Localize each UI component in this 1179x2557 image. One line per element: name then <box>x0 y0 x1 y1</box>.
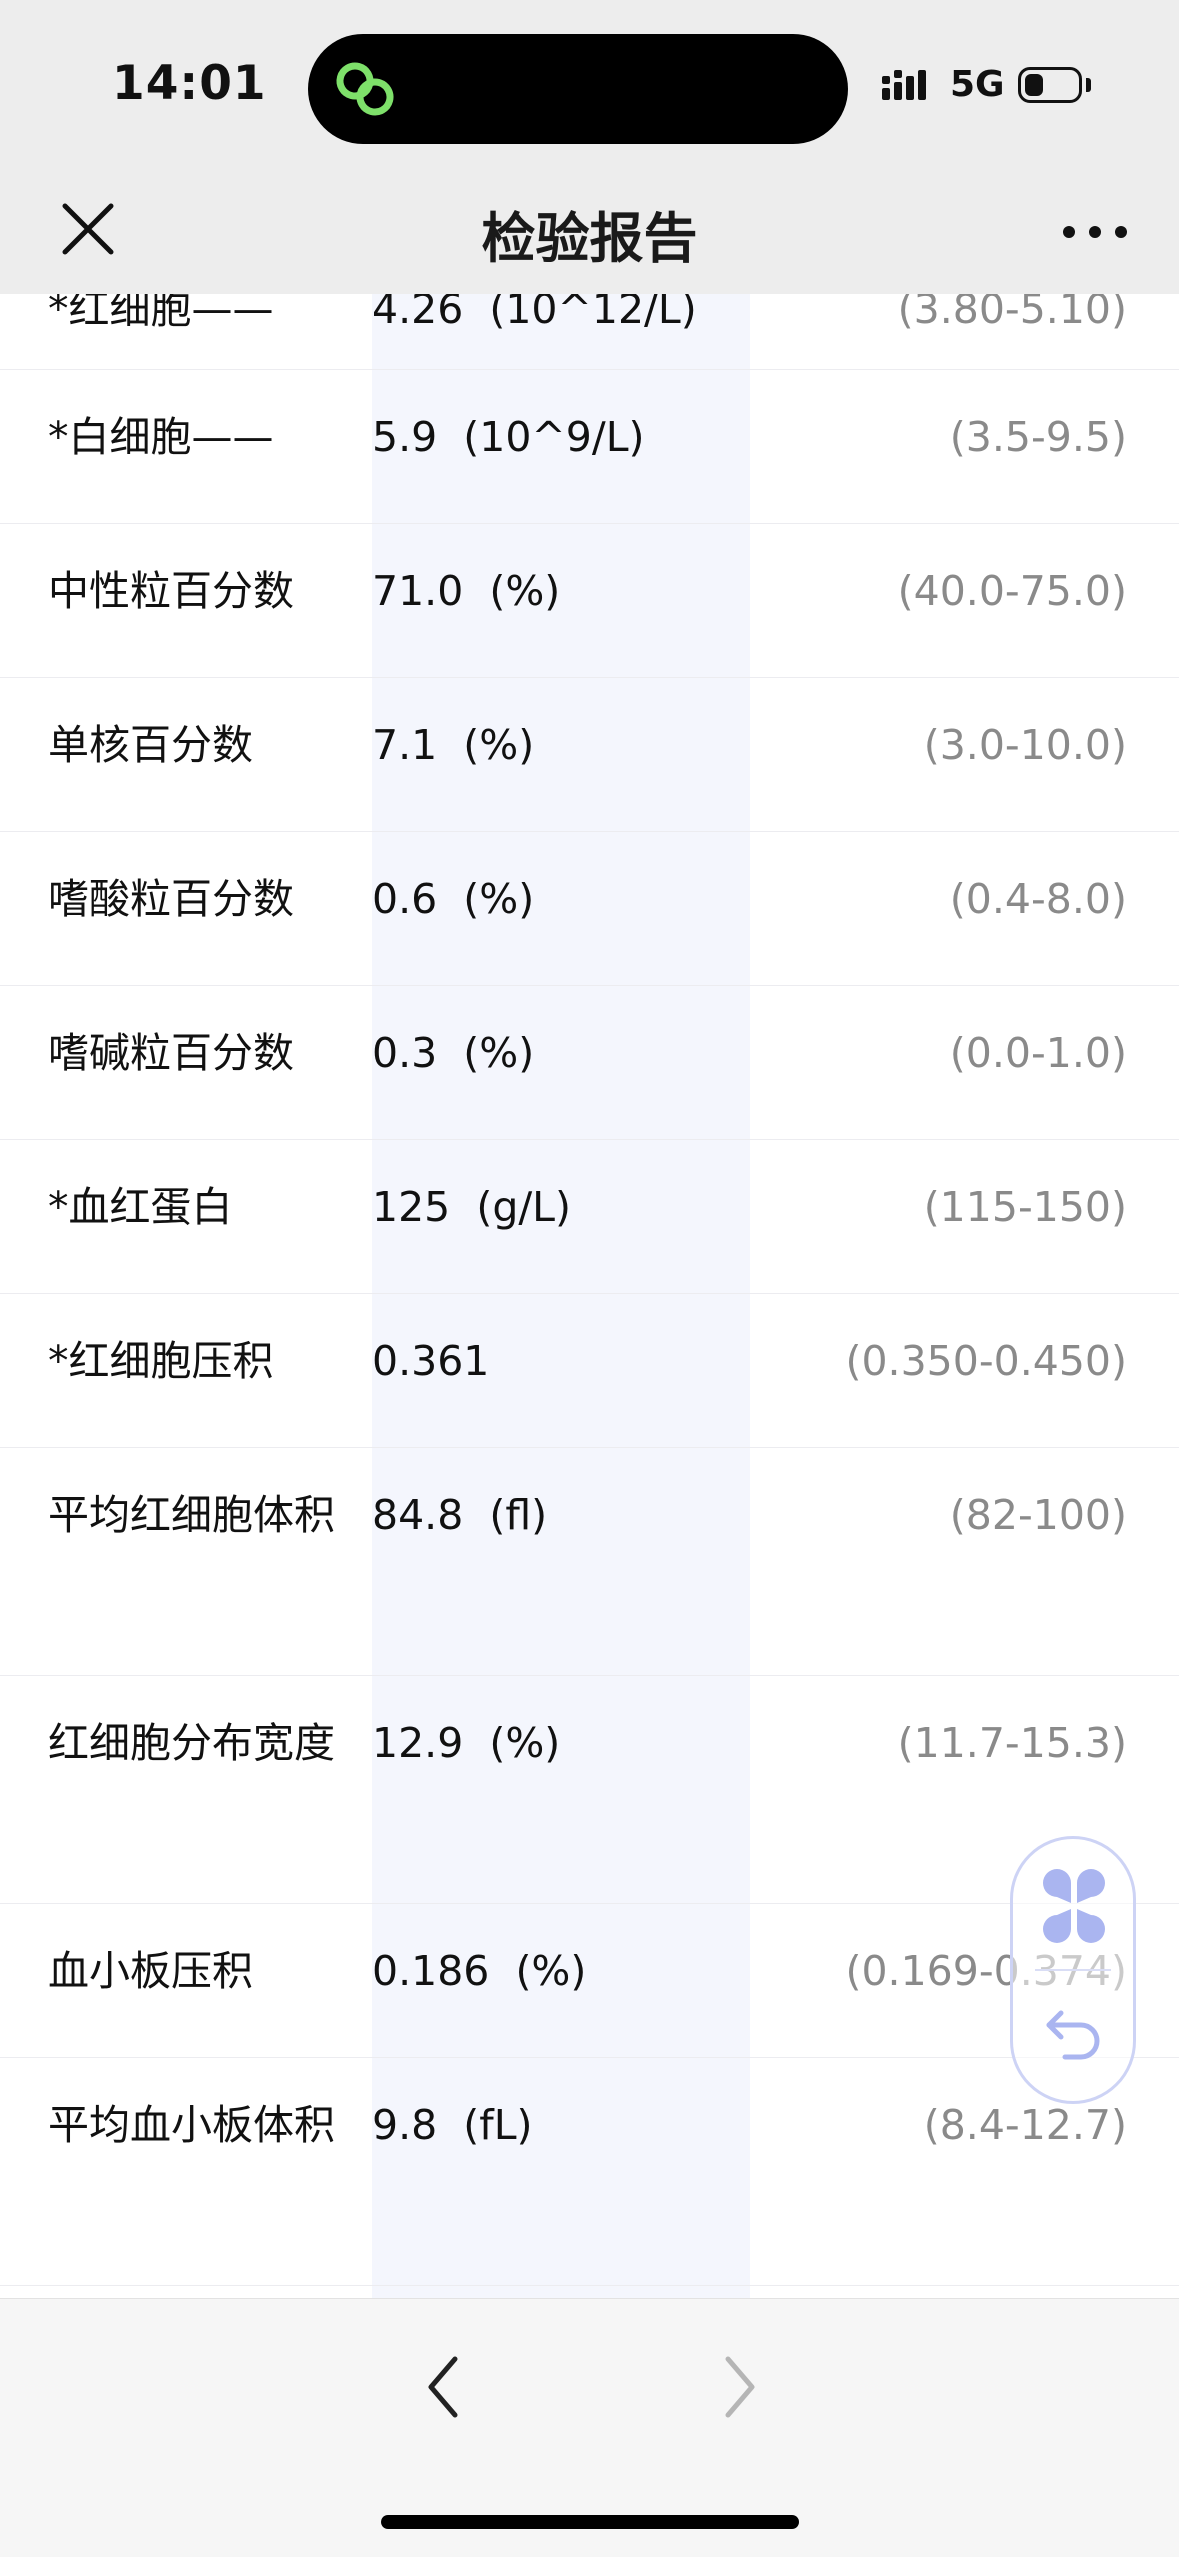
grid-clover-icon[interactable] <box>1037 1869 1111 1943</box>
undo-arrow-icon[interactable] <box>1039 1999 1109 2069</box>
reference-range: (3.80-5.10) <box>897 294 1127 333</box>
test-item-name: 嗜酸粒百分数 <box>48 875 294 923</box>
test-item-name: *白细胞—— <box>48 413 274 461</box>
table-row[interactable]: 红细胞分布宽度 12.9 (%) (11.7-15.3) <box>0 1676 1179 1904</box>
status-time: 14:01 <box>112 56 267 111</box>
test-item-name: *红细胞压积 <box>48 1337 274 1385</box>
test-result-value: 0.6 (%) <box>372 875 535 923</box>
reference-range: (3.0-10.0) <box>923 721 1127 769</box>
test-result-value: 0.3 (%) <box>372 1029 535 1077</box>
dynamic-island <box>308 34 848 144</box>
floating-widget <box>1010 1836 1136 2104</box>
test-result-value: 5.9 (10^9/L) <box>372 413 645 461</box>
battery-level <box>1025 74 1043 96</box>
test-result-value: 4.26 (10^12/L) <box>372 294 697 333</box>
test-item-name: 血小板压积 <box>48 1947 253 1995</box>
table-row[interactable]: 平均血小板体积 9.8 (fL) (8.4-12.7) <box>0 2058 1179 2286</box>
test-item-name: *血红蛋白 <box>48 1183 233 1231</box>
reference-range: (115-150) <box>923 1183 1127 1231</box>
floating-widget-divider <box>1035 1969 1111 1971</box>
status-bar: 14:01 5G <box>0 0 1179 172</box>
table-row[interactable]: 单核百分数 7.1 (%) (3.0-10.0) <box>0 678 1179 832</box>
test-result-value: 71.0 (%) <box>372 567 561 615</box>
chevron-left-icon[interactable] <box>415 2347 471 2427</box>
link-app-icon <box>336 62 394 116</box>
network-type: 5G <box>950 64 1005 105</box>
reference-range: (0.350-0.450) <box>845 1337 1127 1385</box>
page-title: 检验报告 <box>481 207 698 270</box>
table-row[interactable]: *白细胞—— 5.9 (10^9/L) (3.5-9.5) <box>0 370 1179 524</box>
table-row[interactable]: *红细胞—— 4.26 (10^12/L) (3.80-5.10) <box>0 294 1179 370</box>
test-result-value: 0.361 <box>372 1337 490 1385</box>
table-row[interactable]: *红细胞压积 0.361 (0.350-0.450) <box>0 1294 1179 1448</box>
test-result-value: 125 (g/L) <box>372 1183 571 1231</box>
reference-range: (3.5-9.5) <box>949 413 1127 461</box>
reference-range: (11.7-15.3) <box>897 1719 1127 1767</box>
report-table[interactable]: *红细胞—— 4.26 (10^12/L) (3.80-5.10) *白细胞—— 5.9… <box>0 294 1179 2298</box>
test-item-name: 平均红细胞体积 <box>48 1491 335 1539</box>
nav-bar: 检验报告 <box>0 172 1179 294</box>
test-result-value: 12.9 (%) <box>372 1719 561 1767</box>
table-row[interactable]: 嗜碱粒百分数 0.3 (%) (0.0-1.0) <box>0 986 1179 1140</box>
battery-cap <box>1086 78 1091 92</box>
test-item-name: 平均血小板体积 <box>48 2101 335 2149</box>
table-row[interactable]: 嗜酸粒百分数 0.6 (%) (0.4-8.0) <box>0 832 1179 986</box>
table-row[interactable]: 血小板压积 0.186 (%) (0.169-0.374) <box>0 1904 1179 2058</box>
test-item-name: *红细胞—— <box>48 294 274 333</box>
test-result-value: 7.1 (%) <box>372 721 535 769</box>
table-row[interactable]: *血红蛋白 125 (g/L) (115-150) <box>0 1140 1179 1294</box>
test-item-name: 中性粒百分数 <box>48 567 294 615</box>
chevron-right-icon[interactable] <box>712 2347 768 2427</box>
test-item-name: 嗜碱粒百分数 <box>48 1029 294 1077</box>
table-row[interactable]: 中性粒百分数 71.0 (%) (40.0-75.0) <box>0 524 1179 678</box>
test-result-value: 84.8 (fl) <box>372 1491 548 1539</box>
reference-range: (82-100) <box>949 1491 1127 1539</box>
reference-range: (0.4-8.0) <box>949 875 1127 923</box>
test-item-name: 单核百分数 <box>48 721 253 769</box>
signal-strength-icon <box>882 70 926 100</box>
more-dots-icon[interactable] <box>1055 202 1135 262</box>
reference-range: (0.0-1.0) <box>949 1029 1127 1077</box>
reference-range: (40.0-75.0) <box>897 567 1127 615</box>
home-indicator[interactable] <box>381 2515 799 2529</box>
bottom-toolbar <box>0 2298 1179 2557</box>
table-row[interactable]: 平均红细胞体积 84.8 (fl) (82-100) <box>0 1448 1179 1676</box>
test-result-value: 0.186 (%) <box>372 1947 587 1995</box>
test-item-name: 红细胞分布宽度 <box>48 1719 335 1767</box>
test-result-value: 9.8 (fL) <box>372 2101 533 2149</box>
battery-icon <box>1018 67 1082 103</box>
